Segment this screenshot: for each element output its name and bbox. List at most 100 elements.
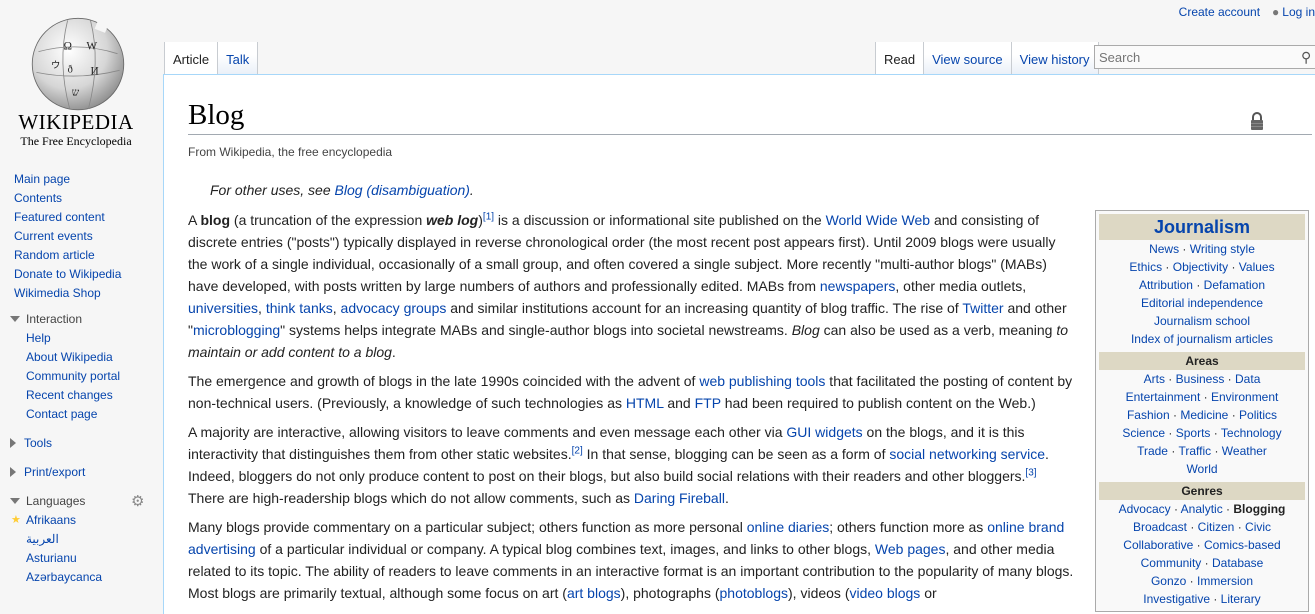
article-link[interactable]: think tanks (266, 300, 333, 316)
disambiguation-link[interactable]: Blog (disambiguation) (335, 182, 470, 198)
tools-heading[interactable]: Tools (0, 433, 160, 453)
infobox-link-world[interactable]: World (1186, 462, 1217, 476)
article-link[interactable]: Twitter (962, 300, 1003, 316)
infobox-link-analytic[interactable]: Analytic (1181, 502, 1223, 516)
infobox-link-trade[interactable]: Trade (1137, 444, 1168, 458)
citation-link[interactable]: [1] (483, 211, 494, 222)
sidebar-link-wikimedia-shop[interactable]: Wikimedia Shop (14, 286, 101, 300)
infobox-link-literary[interactable]: Literary (1221, 592, 1261, 606)
infobox-link-comics-based[interactable]: Comics-based (1204, 538, 1281, 552)
article-link[interactable]: microblogging (193, 322, 280, 338)
infobox-link-advocacy[interactable]: Advocacy (1119, 502, 1171, 516)
tab-read[interactable]: Read (875, 42, 925, 74)
citation-link[interactable]: [3] (1025, 467, 1036, 478)
article-link[interactable]: photoblogs (720, 585, 789, 601)
infobox-link-citizen[interactable]: Citizen (1198, 520, 1235, 534)
interaction-heading[interactable]: Interaction (0, 309, 160, 329)
infobox-link-fashion[interactable]: Fashion (1127, 408, 1170, 422)
article-link[interactable]: social networking service (889, 446, 1045, 462)
infobox-link-business[interactable]: Business (1176, 372, 1225, 386)
article-link[interactable]: Daring Fireball (634, 490, 725, 506)
lock-icon[interactable] (1250, 111, 1264, 131)
infobox-link-environment[interactable]: Environment (1211, 390, 1278, 404)
article-link[interactable]: newspapers (820, 278, 896, 294)
infobox-link-broadcast[interactable]: Broadcast (1133, 520, 1187, 534)
infobox-link-community[interactable]: Community (1141, 556, 1202, 570)
sidebar-link-recent-changes[interactable]: Recent changes (26, 388, 113, 402)
featured-star-icon: ★ (11, 514, 21, 526)
sidebar-link-help[interactable]: Help (26, 331, 51, 345)
sidebar-link-contact-page[interactable]: Contact page (26, 407, 97, 421)
infobox-link-editorial-independence[interactable]: Editorial independence (1141, 296, 1263, 310)
sidebar-link-community-portal[interactable]: Community portal (26, 369, 120, 383)
infobox-link-entertainment[interactable]: Entertainment (1126, 390, 1201, 404)
infobox-link-immersion[interactable]: Immersion (1197, 574, 1253, 588)
sidebar-link-random-article[interactable]: Random article (14, 248, 95, 262)
create-account-link[interactable]: Create account (1179, 5, 1260, 19)
article-link[interactable]: Web pages (875, 541, 946, 557)
sidebar-link-current-events[interactable]: Current events (14, 229, 93, 243)
gear-icon[interactable]: ⚙ (131, 492, 144, 510)
infobox-link-values[interactable]: Values (1239, 260, 1275, 274)
article-link[interactable]: advocacy groups (341, 300, 447, 316)
sidebar-link-donate-to-wikipedia[interactable]: Donate to Wikipedia (14, 267, 121, 281)
infobox-link-arts[interactable]: Arts (1144, 372, 1165, 386)
wikipedia-logo[interactable]: Ω W ð И ウ ש WIKIPEDIA The Free Encyclope… (0, 0, 160, 160)
infobox-link-data[interactable]: Data (1235, 372, 1260, 386)
infobox-title[interactable]: Journalism (1099, 214, 1305, 240)
infobox-link-ethics[interactable]: Ethics (1129, 260, 1162, 274)
infobox-link-writing-style[interactable]: Writing style (1190, 242, 1255, 256)
login-link[interactable]: Log in (1282, 5, 1315, 19)
article-link[interactable]: GUI widgets (786, 424, 862, 440)
infobox-link-weather[interactable]: Weather (1222, 444, 1267, 458)
sidebar-link-asturianu[interactable]: Asturianu (26, 551, 77, 565)
tab-talk[interactable]: Talk (218, 42, 259, 74)
infobox-link-news[interactable]: News (1149, 242, 1179, 256)
article-link[interactable]: art blogs (567, 585, 621, 601)
article-link[interactable]: FTP (695, 395, 721, 411)
chevron-right-icon (10, 467, 16, 477)
user-icon: ● (1272, 5, 1280, 19)
infobox-link-journalism-school[interactable]: Journalism school (1154, 314, 1250, 328)
search-icon[interactable]: ⚲ (1301, 49, 1311, 66)
sidebar-link-main-page[interactable]: Main page (14, 172, 70, 186)
languages-heading[interactable]: Languages ⚙ (0, 491, 160, 511)
infobox-link-investigative[interactable]: Investigative (1143, 592, 1210, 606)
infobox-link-gonzo[interactable]: Gonzo (1151, 574, 1186, 588)
citation-link[interactable]: [2] (572, 445, 583, 456)
tab-view-source[interactable]: View source (924, 42, 1012, 74)
article-link[interactable]: universities (188, 300, 258, 316)
article-link[interactable]: video blogs (849, 585, 920, 601)
infobox-link-technology[interactable]: Technology (1221, 426, 1282, 440)
infobox-row: Broadcast · Citizen · Civic (1099, 518, 1305, 536)
infobox-title-link[interactable]: Journalism (1154, 217, 1250, 237)
article-link[interactable]: HTML (626, 395, 664, 411)
print-export-heading[interactable]: Print/export (0, 462, 160, 482)
infobox-link-database[interactable]: Database (1212, 556, 1263, 570)
text-run: , other media outlets, (895, 278, 1027, 294)
sidebar-link-about-wikipedia[interactable]: About Wikipedia (26, 350, 113, 364)
sidebar-link-afrikaans[interactable]: Afrikaans (26, 513, 76, 527)
infobox-link-civic[interactable]: Civic (1245, 520, 1271, 534)
infobox-link-index-of-journalism-articles[interactable]: Index of journalism articles (1131, 332, 1273, 346)
infobox-link-science[interactable]: Science (1122, 426, 1165, 440)
tab-view-history[interactable]: View history (1011, 42, 1099, 74)
article-link[interactable]: World Wide Web (826, 212, 931, 228)
infobox-link-traffic[interactable]: Traffic (1178, 444, 1211, 458)
tab-article[interactable]: Article (164, 42, 219, 74)
infobox-link-sports[interactable]: Sports (1176, 426, 1211, 440)
infobox-link-objectivity[interactable]: Objectivity (1173, 260, 1228, 274)
sidebar-link-contents[interactable]: Contents (14, 191, 62, 205)
article-link[interactable]: web publishing tools (699, 373, 825, 389)
infobox-link-attribution[interactable]: Attribution (1139, 278, 1193, 292)
sidebar-link-featured-content[interactable]: Featured content (14, 210, 105, 224)
search-input[interactable] (1095, 46, 1295, 68)
article-link[interactable]: online diaries (747, 519, 830, 535)
infobox-link-politics[interactable]: Politics (1239, 408, 1277, 422)
infobox-link-defamation[interactable]: Defamation (1204, 278, 1265, 292)
infobox-link-medicine[interactable]: Medicine (1180, 408, 1228, 422)
separator-dot: · (1186, 574, 1197, 588)
infobox-link-collaborative[interactable]: Collaborative (1123, 538, 1193, 552)
sidebar-link-item[interactable]: العربية (26, 532, 59, 546)
sidebar-link-az-rbaycanca[interactable]: Azərbaycanca (26, 570, 102, 584)
